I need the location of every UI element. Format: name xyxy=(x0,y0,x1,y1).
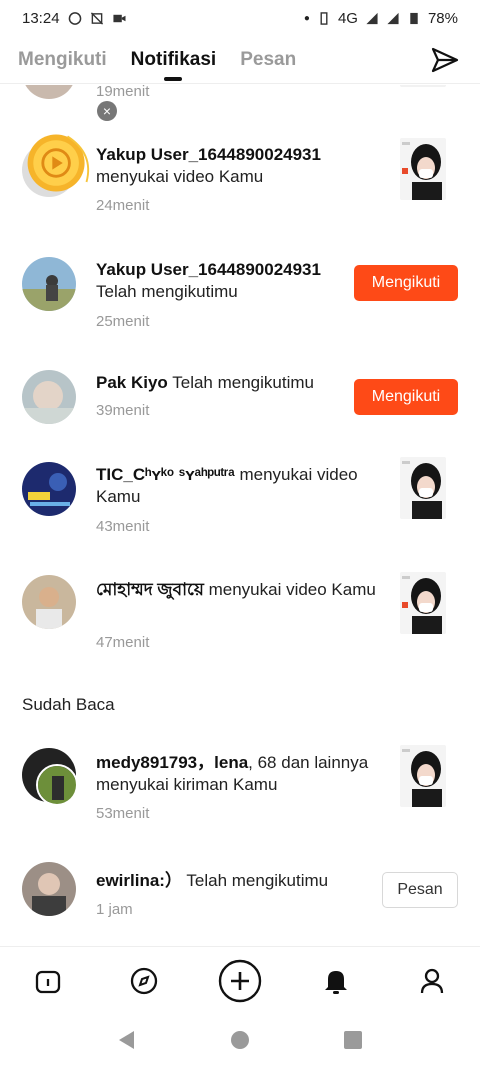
tab-mengikuti[interactable]: Mengikuti xyxy=(18,49,107,71)
avatar-secondary[interactable] xyxy=(36,764,78,806)
notification-text: Pak Kiyo Telah mengikutimu xyxy=(96,373,314,392)
battery-icon xyxy=(410,12,418,24)
signal-icon xyxy=(366,12,378,24)
username[interactable]: medy891793，lena xyxy=(96,753,248,772)
home-icon xyxy=(35,970,61,993)
signal-icon-2 xyxy=(387,12,399,24)
notification-list[interactable]: 19menit × Yakup User_1644890024931 menyuk… xyxy=(0,85,480,945)
notification-icon xyxy=(325,970,347,994)
notification-time: 1 jam xyxy=(96,901,133,918)
video-thumbnail[interactable] xyxy=(400,138,446,200)
username[interactable]: Yakup User_1644890024931 xyxy=(96,260,321,279)
list-item[interactable]: TIC_Cʰʏᵏᵒ ˢʏᵃʰᵖᵘᵗʳᵃ menyukai video Kamu … xyxy=(0,450,480,565)
list-item[interactable]: ewirlina:） Telah mengikutimu 1 jam Pesan xyxy=(0,850,480,945)
video-thumbnail[interactable] xyxy=(400,457,446,519)
bottom-nav xyxy=(0,946,480,1014)
list-item[interactable] xyxy=(0,85,480,105)
video-off-icon xyxy=(90,11,103,25)
send-icon xyxy=(431,47,459,72)
tab-notifikasi[interactable]: Notifikasi xyxy=(131,49,217,71)
nav-home[interactable] xyxy=(24,957,72,1005)
close-icon[interactable]: × xyxy=(97,101,117,121)
notification-time: 53menit xyxy=(96,805,150,822)
avatar[interactable] xyxy=(22,575,76,629)
username[interactable]: TIC_Cʰʏᵏᵒ ˢʏᵃʰᵖᵘᵗʳᵃ xyxy=(96,465,235,484)
nav-profile[interactable] xyxy=(408,957,456,1005)
notification-text: medy891793，lena, 68 dan lainnya menyukai… xyxy=(96,753,369,794)
notification-time: 24menit xyxy=(96,197,150,214)
system-nav-bar xyxy=(0,1014,480,1066)
notification-text: TIC_Cʰʏᵏᵒ ˢʏᵃʰᵖᵘᵗʳᵃ menyukai video Kamu xyxy=(96,465,358,506)
list-item[interactable]: Yakup User_1644890024931 Telah mengikutim… xyxy=(0,245,480,360)
list-item[interactable]: Yakup User_1644890024931 menyukai video K… xyxy=(0,125,480,245)
notification-time: 43menit xyxy=(96,518,150,535)
tab-pesan[interactable]: Pesan xyxy=(240,49,296,71)
section-title: Sudah Baca xyxy=(22,695,115,714)
notification-time: 25menit xyxy=(96,313,150,330)
message-button[interactable]: Pesan xyxy=(382,872,458,908)
discover-icon xyxy=(130,967,158,994)
avatar[interactable] xyxy=(22,85,76,99)
video-thumbnail[interactable] xyxy=(400,745,446,807)
username[interactable]: Yakup User_1644890024931 xyxy=(96,145,321,164)
avatar[interactable] xyxy=(22,257,76,311)
battery-level: 78% xyxy=(427,9,458,27)
follow-back-button[interactable]: Mengikuti xyxy=(354,265,458,301)
create-icon xyxy=(218,959,262,1002)
notification-text: ewirlina:） Telah mengikutimu xyxy=(96,871,329,890)
back-icon[interactable] xyxy=(116,1029,138,1051)
username[interactable]: Pak Kiyo xyxy=(96,373,168,392)
top-tabs: Mengikuti Notifikasi Pesan xyxy=(0,36,480,84)
username[interactable]: ewirlina:） xyxy=(96,871,182,890)
coin-reward-icon[interactable] xyxy=(20,125,96,201)
network-type: 4G xyxy=(337,9,358,27)
status-time: 13:24 xyxy=(22,9,60,27)
notification-text: Yakup User_1644890024931 menyukai video K… xyxy=(96,145,321,186)
vibrate-icon xyxy=(320,11,328,25)
avatar[interactable] xyxy=(22,462,76,516)
nav-discover[interactable] xyxy=(120,957,168,1005)
avatar[interactable] xyxy=(22,862,76,916)
profile-icon xyxy=(420,968,444,993)
video-thumbnail[interactable] xyxy=(400,85,446,87)
home-circle-icon[interactable] xyxy=(229,1029,251,1051)
notification-time: 19menit xyxy=(96,85,150,100)
nav-notifications[interactable] xyxy=(312,957,360,1005)
recents-icon[interactable] xyxy=(342,1029,364,1051)
status-bar: 13:24 ● 4G 78% xyxy=(0,0,480,36)
notification-time: 39menit xyxy=(96,402,150,419)
video-thumbnail[interactable] xyxy=(400,572,446,634)
avatar[interactable] xyxy=(22,370,76,424)
username[interactable]: মোহাম্মদ জুবায়ে xyxy=(96,580,204,599)
nav-create[interactable] xyxy=(216,957,264,1005)
send-button[interactable] xyxy=(428,43,462,77)
notification-time: 47menit xyxy=(96,634,150,651)
notification-text: মোহাম্মদ জুবায়ে menyukai video Kamu xyxy=(96,580,376,599)
dot-icon: ● xyxy=(303,12,310,24)
camera-icon xyxy=(112,14,126,22)
list-item[interactable]: মোহাম্মদ জুবায়ে menyukai video Kamu 47m… xyxy=(0,565,480,685)
follow-back-button[interactable]: Mengikuti xyxy=(354,379,458,415)
whatsapp-icon xyxy=(68,11,81,25)
notification-text: Yakup User_1644890024931 Telah mengikutim… xyxy=(96,260,321,301)
list-item[interactable]: medy891793，lena, 68 dan lainnya menyukai… xyxy=(0,740,480,850)
